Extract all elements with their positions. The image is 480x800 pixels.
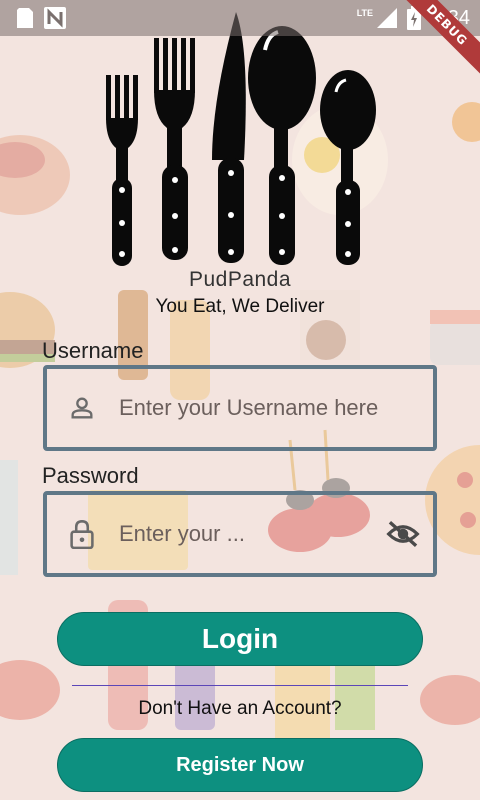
login-button[interactable]: Login: [57, 612, 423, 666]
register-button[interactable]: Register Now: [57, 738, 423, 792]
status-bar: LTE 2:34: [0, 0, 480, 36]
cutlery-logo-icon: [106, 12, 376, 266]
eye-off-icon: [386, 520, 420, 548]
username-field[interactable]: [43, 365, 437, 451]
network-type-label: LTE: [356, 8, 374, 18]
divider-line: [72, 685, 408, 686]
app-name: PudPanda: [188, 268, 292, 291]
signal-icon: [377, 8, 398, 28]
password-icon-container: [47, 519, 117, 549]
username-input[interactable]: [117, 394, 433, 422]
password-input[interactable]: [117, 520, 373, 548]
password-label: Password: [42, 463, 139, 488]
toggle-password-visibility-button[interactable]: [373, 519, 433, 549]
lock-icon: [70, 520, 94, 549]
password-field[interactable]: [43, 491, 437, 577]
no-account-text: Don't Have an Account?: [138, 698, 342, 719]
username-icon-container: [47, 394, 117, 422]
status-left-icons: [16, 7, 66, 29]
sd-card-icon: [17, 8, 33, 28]
person-icon: [71, 397, 93, 419]
username-label: Username: [42, 338, 144, 363]
notification-n-icon: [44, 7, 66, 29]
app-tagline: You Eat, We Deliver: [155, 296, 325, 317]
